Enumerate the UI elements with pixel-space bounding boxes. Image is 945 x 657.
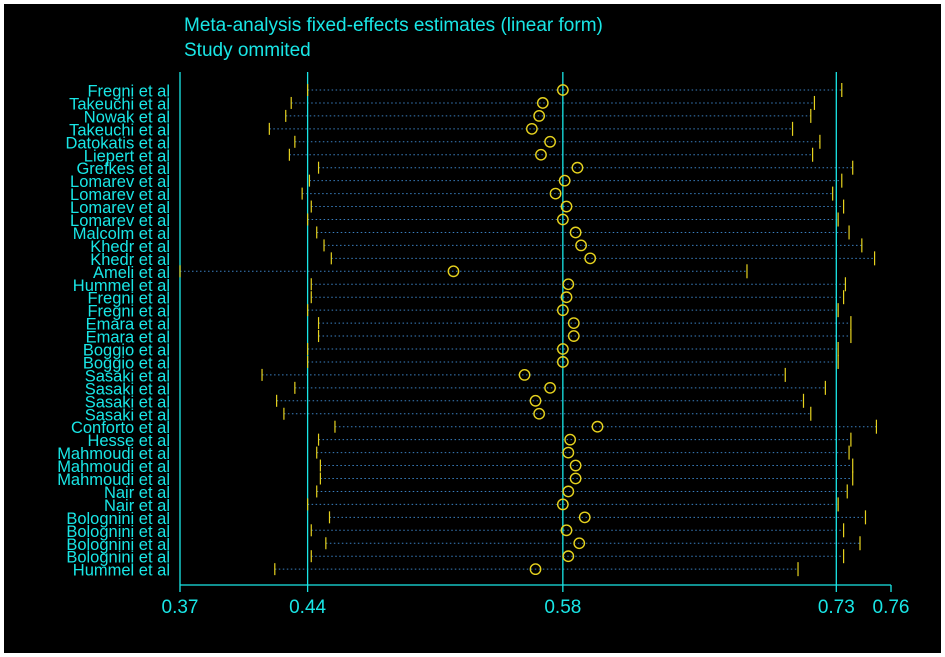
plot-panel: Meta-analysis fixed-effects estimates (l…	[4, 4, 941, 653]
point-estimate	[564, 433, 577, 446]
point-estimate	[578, 511, 591, 524]
x-tick-label: 0.73	[818, 597, 855, 618]
point-estimate	[562, 485, 575, 498]
point-estimate	[518, 368, 531, 381]
point-estimate	[569, 459, 582, 472]
point-estimate	[591, 420, 604, 433]
point-estimate	[569, 472, 582, 485]
point-estimate	[529, 394, 542, 407]
point-estimate	[544, 381, 556, 394]
point-estimate	[536, 97, 549, 109]
x-tick-label: 0.76	[873, 597, 910, 618]
ci-dotted-lines	[180, 89, 877, 570]
point-estimate	[558, 174, 571, 187]
x-tick-label: 0.44	[289, 597, 326, 618]
point-estimate	[567, 317, 580, 329]
point-estimates	[447, 84, 604, 576]
study-labels: Fregni et alTakeuchi et alNowak et alTak…	[57, 83, 170, 580]
point-estimate	[567, 330, 580, 342]
x-tick-label: 0.58	[544, 597, 581, 618]
point-estimate	[571, 161, 584, 174]
x-tick-label: 0.37	[162, 597, 199, 618]
point-estimate	[584, 252, 597, 265]
figure-frame: Meta-analysis fixed-effects estimates (l…	[0, 0, 945, 657]
point-estimate	[525, 122, 538, 135]
point-estimate	[535, 148, 547, 161]
forest-plot: 0.37 0.44 0.58 0.73 0.76 Fregni et alTakeuch…	[57, 72, 910, 618]
point-estimate	[562, 446, 575, 459]
point-estimate	[569, 226, 582, 239]
ci-ticks	[179, 83, 878, 577]
study-label: Hummel et al	[73, 562, 170, 580]
point-estimate	[544, 135, 556, 148]
point-estimate	[533, 407, 546, 420]
